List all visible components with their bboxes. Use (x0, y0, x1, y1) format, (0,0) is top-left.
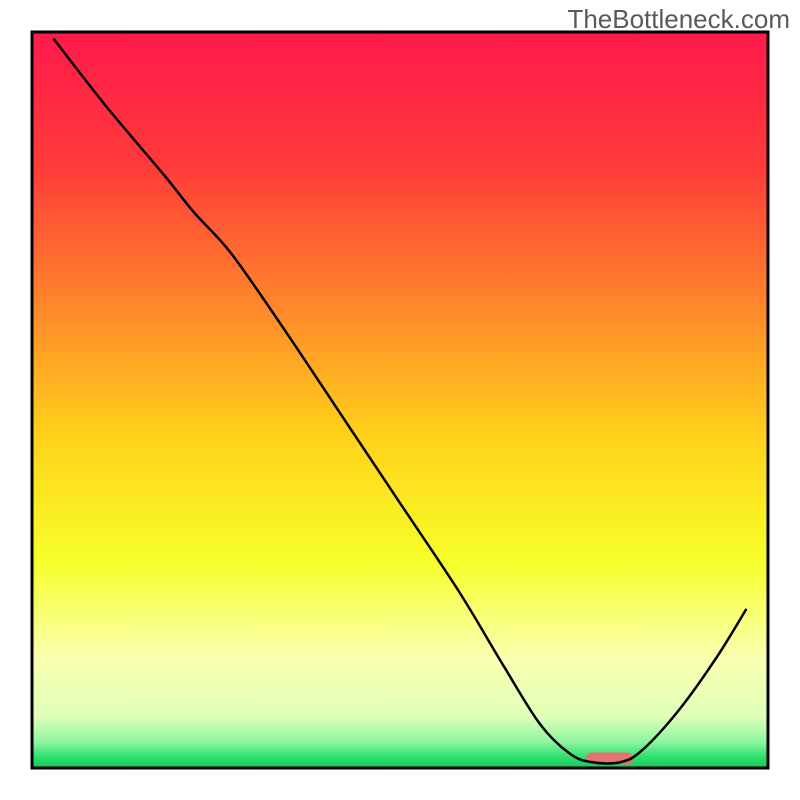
chart-svg (0, 0, 800, 800)
plot-background (32, 32, 768, 768)
bottleneck-chart: TheBottleneck.com (0, 0, 800, 800)
watermark-text: TheBottleneck.com (567, 4, 790, 35)
